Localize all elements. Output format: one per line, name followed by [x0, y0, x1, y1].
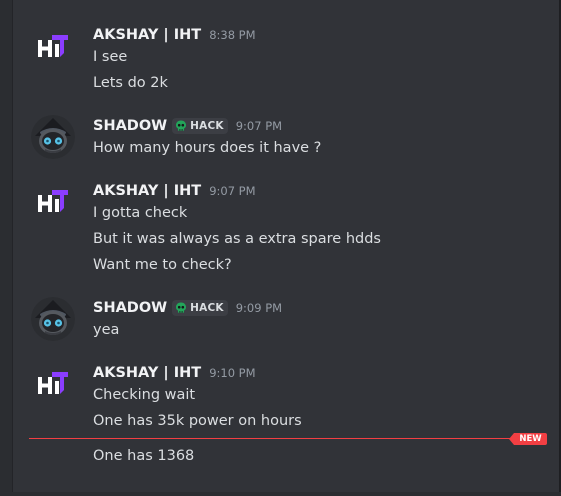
- iht-logo-icon: [31, 181, 75, 225]
- message-input-edge: [12, 492, 561, 496]
- message-text: yea: [93, 322, 120, 338]
- message-header: SHADOW HACK 9:07 PM: [93, 116, 282, 136]
- ninja-avatar-icon: [31, 297, 75, 341]
- message-text: I gotta check: [93, 205, 188, 221]
- server-tag-label: HACK: [190, 302, 224, 314]
- new-messages-divider: [29, 438, 514, 439]
- message-text: One has 35k power on hours: [93, 413, 302, 429]
- server-tag[interactable]: HACK: [172, 118, 228, 134]
- message-text: One has 1368: [93, 448, 195, 464]
- avatar[interactable]: [31, 363, 75, 407]
- new-messages-badge: NEW: [509, 433, 547, 445]
- skull-icon: [175, 302, 187, 314]
- message-text: Want me to check?: [93, 257, 232, 273]
- author-name[interactable]: AKSHAY | IHT: [93, 27, 201, 43]
- message-text: Checking wait: [93, 387, 196, 403]
- avatar[interactable]: [31, 297, 75, 341]
- timestamp[interactable]: 9:07 PM: [236, 119, 282, 133]
- skull-icon: [175, 120, 187, 132]
- message-text: But it was always as a extra spare hdds: [93, 231, 381, 247]
- message-header: AKSHAY | IHT 9:10 PM: [93, 363, 256, 383]
- avatar[interactable]: [31, 181, 75, 225]
- avatar[interactable]: [31, 26, 75, 70]
- iht-logo-icon: [31, 363, 75, 407]
- timestamp[interactable]: 9:10 PM: [209, 366, 255, 380]
- ninja-avatar-icon: [31, 115, 75, 159]
- message-header: SHADOW HACK 9:09 PM: [93, 298, 282, 318]
- timestamp[interactable]: 9:07 PM: [209, 184, 255, 198]
- message-header: AKSHAY | IHT 8:38 PM: [93, 25, 256, 45]
- iht-logo-icon: [31, 26, 75, 70]
- message-text: How many hours does it have ?: [93, 140, 322, 156]
- author-name[interactable]: AKSHAY | IHT: [93, 365, 201, 381]
- timestamp[interactable]: 9:09 PM: [236, 301, 282, 315]
- server-tag[interactable]: HACK: [172, 300, 228, 316]
- author-name[interactable]: AKSHAY | IHT: [93, 183, 201, 199]
- message-text: I see: [93, 49, 128, 65]
- message-text: Lets do 2k: [93, 75, 168, 91]
- channel-sidebar-edge: [0, 0, 13, 496]
- author-name[interactable]: SHADOW: [93, 118, 167, 134]
- avatar[interactable]: [31, 115, 75, 159]
- author-name[interactable]: SHADOW: [93, 300, 167, 316]
- server-tag-label: HACK: [190, 120, 224, 132]
- message-header: AKSHAY | IHT 9:07 PM: [93, 181, 256, 201]
- timestamp[interactable]: 8:38 PM: [209, 28, 255, 42]
